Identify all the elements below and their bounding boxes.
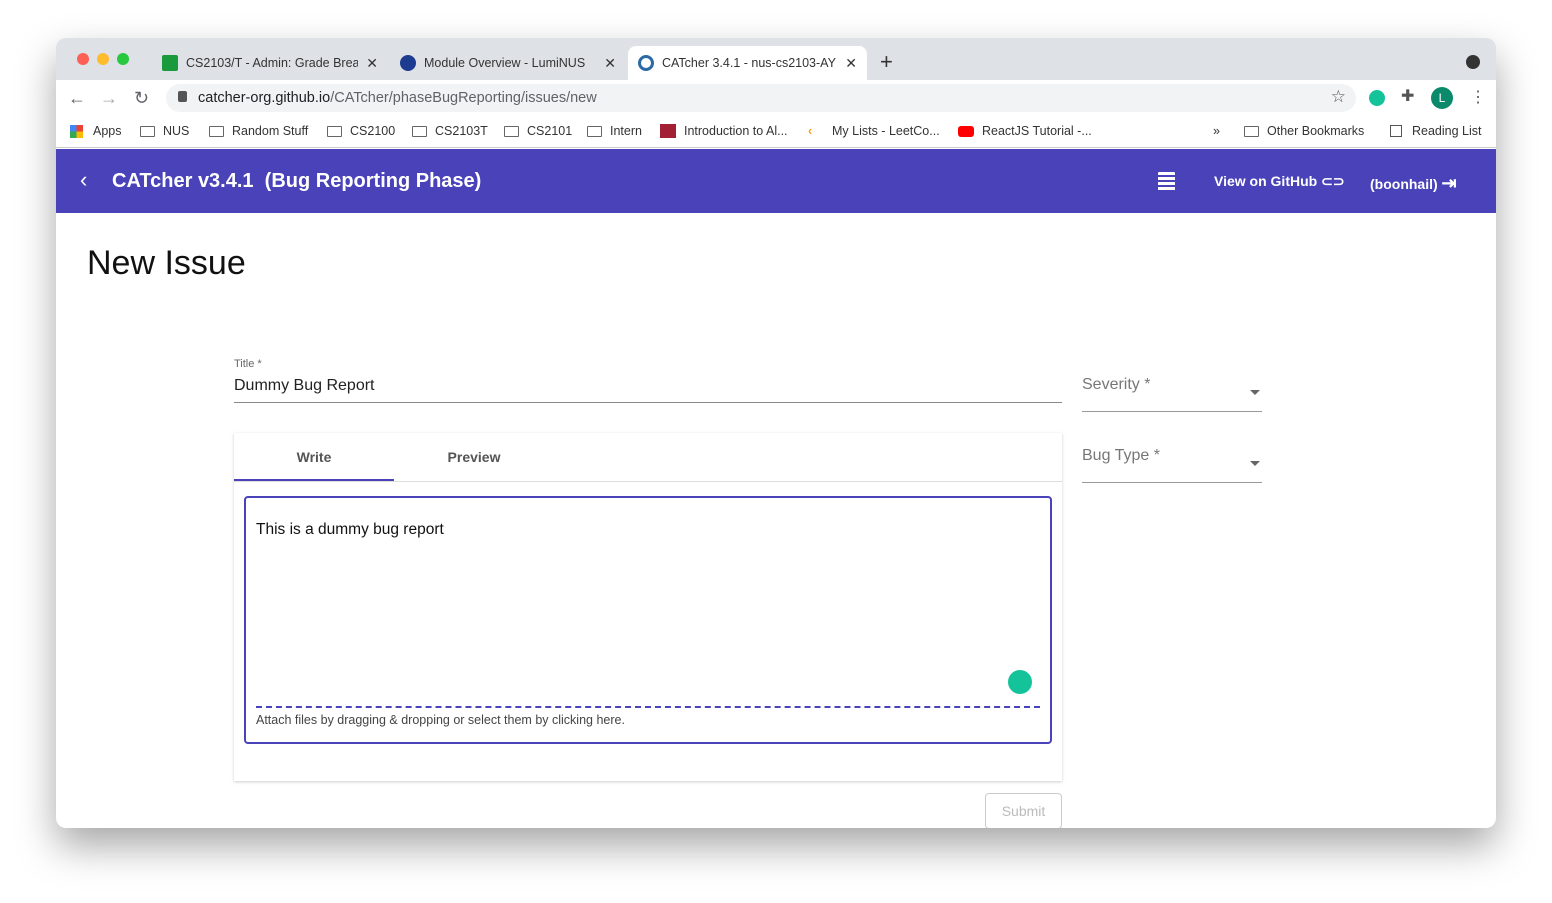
extensions-icon[interactable]: ✚ — [1401, 86, 1414, 106]
tab-preview[interactable]: Preview — [394, 433, 554, 481]
folder-icon — [412, 125, 427, 137]
url-host: catcher-org.github.io — [198, 90, 331, 106]
bookmark-label: Intern — [610, 124, 642, 138]
minimize-window-button[interactable] — [97, 53, 109, 65]
description-textarea[interactable]: This is a dummy bug report Attach files … — [244, 496, 1052, 744]
browser-tab[interactable]: Module Overview - LumiNUS ✕ — [390, 46, 626, 80]
browser-tab-active[interactable]: CATcher 3.4.1 - nus-cs2103-AY ✕ — [628, 46, 867, 80]
logout-button[interactable]: (boonhail) ⇥ — [1370, 173, 1457, 194]
mit-ocw-icon — [660, 124, 676, 138]
reload-icon[interactable]: ↻ — [134, 88, 149, 109]
bookmark-folder[interactable]: CS2103T — [412, 124, 488, 138]
logout-icon: ⇥ — [1441, 173, 1457, 193]
attach-files-hint[interactable]: Attach files by dragging & dropping or s… — [256, 713, 625, 727]
graduation-cap-icon — [162, 55, 178, 71]
lock-icon — [178, 91, 187, 102]
bookmark-folder[interactable]: Random Stuff — [209, 124, 308, 138]
bookmark-label: My Lists - LeetCo... — [832, 124, 940, 138]
bookmark-link[interactable]: Introduction to Al... — [660, 124, 788, 138]
catcher-icon — [638, 55, 654, 71]
title-input[interactable]: Dummy Bug Report — [234, 377, 1062, 403]
youtube-icon — [958, 125, 974, 137]
description-editor: Write Preview This is a dummy bug report… — [234, 433, 1062, 781]
more-bookmarks-icon[interactable]: » — [1213, 124, 1220, 138]
username: (boonhail) — [1370, 176, 1438, 192]
bookmark-folder[interactable]: NUS — [140, 124, 189, 138]
browser-window: CS2103/T - Admin: Grade Brea ✕ Module Ove… — [56, 38, 1496, 828]
new-tab-button[interactable]: + — [880, 49, 893, 75]
bookmark-label: CS2103T — [435, 124, 488, 138]
bookmark-label: CS2101 — [527, 124, 573, 138]
severity-select[interactable]: Severity * — [1082, 376, 1262, 412]
close-tab-icon[interactable]: ✕ — [845, 55, 857, 72]
bookmark-label: Other Bookmarks — [1267, 124, 1365, 138]
tab-write[interactable]: Write — [234, 433, 394, 481]
folder-icon — [327, 125, 342, 137]
github-label: View on GitHub — [1214, 173, 1318, 189]
bookmark-label: Introduction to Al... — [684, 124, 788, 138]
bookmark-folder[interactable]: CS2101 — [504, 124, 572, 138]
tab-search-icon[interactable] — [1466, 55, 1480, 69]
bookmark-folder[interactable]: CS2100 — [327, 124, 395, 138]
leetcode-icon: ‹ — [808, 124, 813, 138]
back-icon[interactable]: ← — [68, 88, 86, 109]
link-icon: ⊂⊃ — [1321, 173, 1345, 189]
grammarly-icon[interactable] — [1369, 90, 1385, 106]
forward-icon[interactable]: → — [100, 88, 118, 109]
folder-icon — [1244, 125, 1259, 137]
bookmark-label: Random Stuff — [232, 124, 309, 138]
bookmark-other[interactable]: Other Bookmarks — [1244, 124, 1364, 138]
close-tab-icon[interactable]: ✕ — [366, 55, 378, 72]
reading-list[interactable]: Reading List — [1390, 124, 1482, 138]
tab-label: Module Overview - LumiNUS — [424, 56, 586, 70]
view-on-github-link[interactable]: View on GitHub ⊂⊃ — [1214, 173, 1345, 190]
bookmark-link[interactable]: ‹ My Lists - LeetCo... — [808, 124, 940, 138]
maximize-window-button[interactable] — [117, 53, 129, 65]
app-header: ‹ CATcher v3.4.1 (Bug Reporting Phase) V… — [56, 149, 1496, 213]
dropdown-arrow-icon — [1250, 461, 1260, 471]
reading-list-icon — [1390, 125, 1402, 137]
bookmarks-bar: Apps NUS Random Stuff CS2100 CS2103T CS2… — [56, 115, 1496, 148]
bookmark-label: Reading List — [1412, 124, 1482, 138]
url-path: /CATcher/phaseBugReporting/issues/new — [330, 90, 597, 106]
folder-icon — [587, 125, 602, 137]
luminus-icon — [400, 55, 416, 71]
tab-label: CATcher 3.4.1 - nus-cs2103-AY — [662, 56, 836, 70]
bookmark-label: NUS — [163, 124, 190, 138]
bookmark-link[interactable]: ReactJS Tutorial -... — [958, 124, 1092, 138]
grammarly-icon[interactable] — [1008, 670, 1032, 694]
bookmark-label: CS2100 — [350, 124, 396, 138]
title-label: Title * — [234, 358, 262, 370]
app-title: CATcher v3.4.1 (Bug Reporting Phase) — [112, 170, 482, 192]
address-bar[interactable]: catcher-org.github.io/CATcher/phaseBugRe… — [166, 84, 1356, 112]
document-icon[interactable] — [1158, 172, 1175, 192]
tab-label: CS2103/T - Admin: Grade Brea — [186, 56, 359, 70]
star-icon[interactable]: ☆ — [1331, 87, 1346, 107]
browser-tab[interactable]: CS2103/T - Admin: Grade Brea ✕ — [152, 46, 388, 80]
page-title: New Issue — [87, 244, 246, 282]
folder-icon — [209, 125, 224, 137]
bug-type-label: Bug Type * — [1082, 447, 1160, 464]
toolbar: ← → ↻ catcher-org.github.io/CATcher/phas… — [56, 80, 1496, 115]
apps-icon — [70, 124, 83, 138]
back-chevron-icon[interactable]: ‹ — [80, 167, 87, 193]
tab-bar: CS2103/T - Admin: Grade Brea ✕ Module Ove… — [56, 38, 1496, 80]
close-tab-icon[interactable]: ✕ — [604, 55, 616, 72]
menu-icon[interactable]: ⋮ — [1470, 87, 1486, 107]
bookmark-label: Apps — [93, 124, 122, 138]
close-window-button[interactable] — [77, 53, 89, 65]
submit-button[interactable]: Submit — [985, 793, 1062, 828]
bookmark-folder[interactable]: Intern — [587, 124, 642, 138]
dropdown-arrow-icon — [1250, 390, 1260, 400]
bookmark-apps[interactable]: Apps — [70, 124, 122, 138]
folder-icon — [504, 125, 519, 137]
bookmark-label: ReactJS Tutorial -... — [982, 124, 1092, 138]
profile-avatar[interactable]: L — [1431, 87, 1453, 109]
description-text: This is a dummy bug report — [256, 521, 444, 538]
severity-label: Severity * — [1082, 376, 1151, 393]
folder-icon — [140, 125, 155, 137]
bug-type-select[interactable]: Bug Type * — [1082, 447, 1262, 483]
